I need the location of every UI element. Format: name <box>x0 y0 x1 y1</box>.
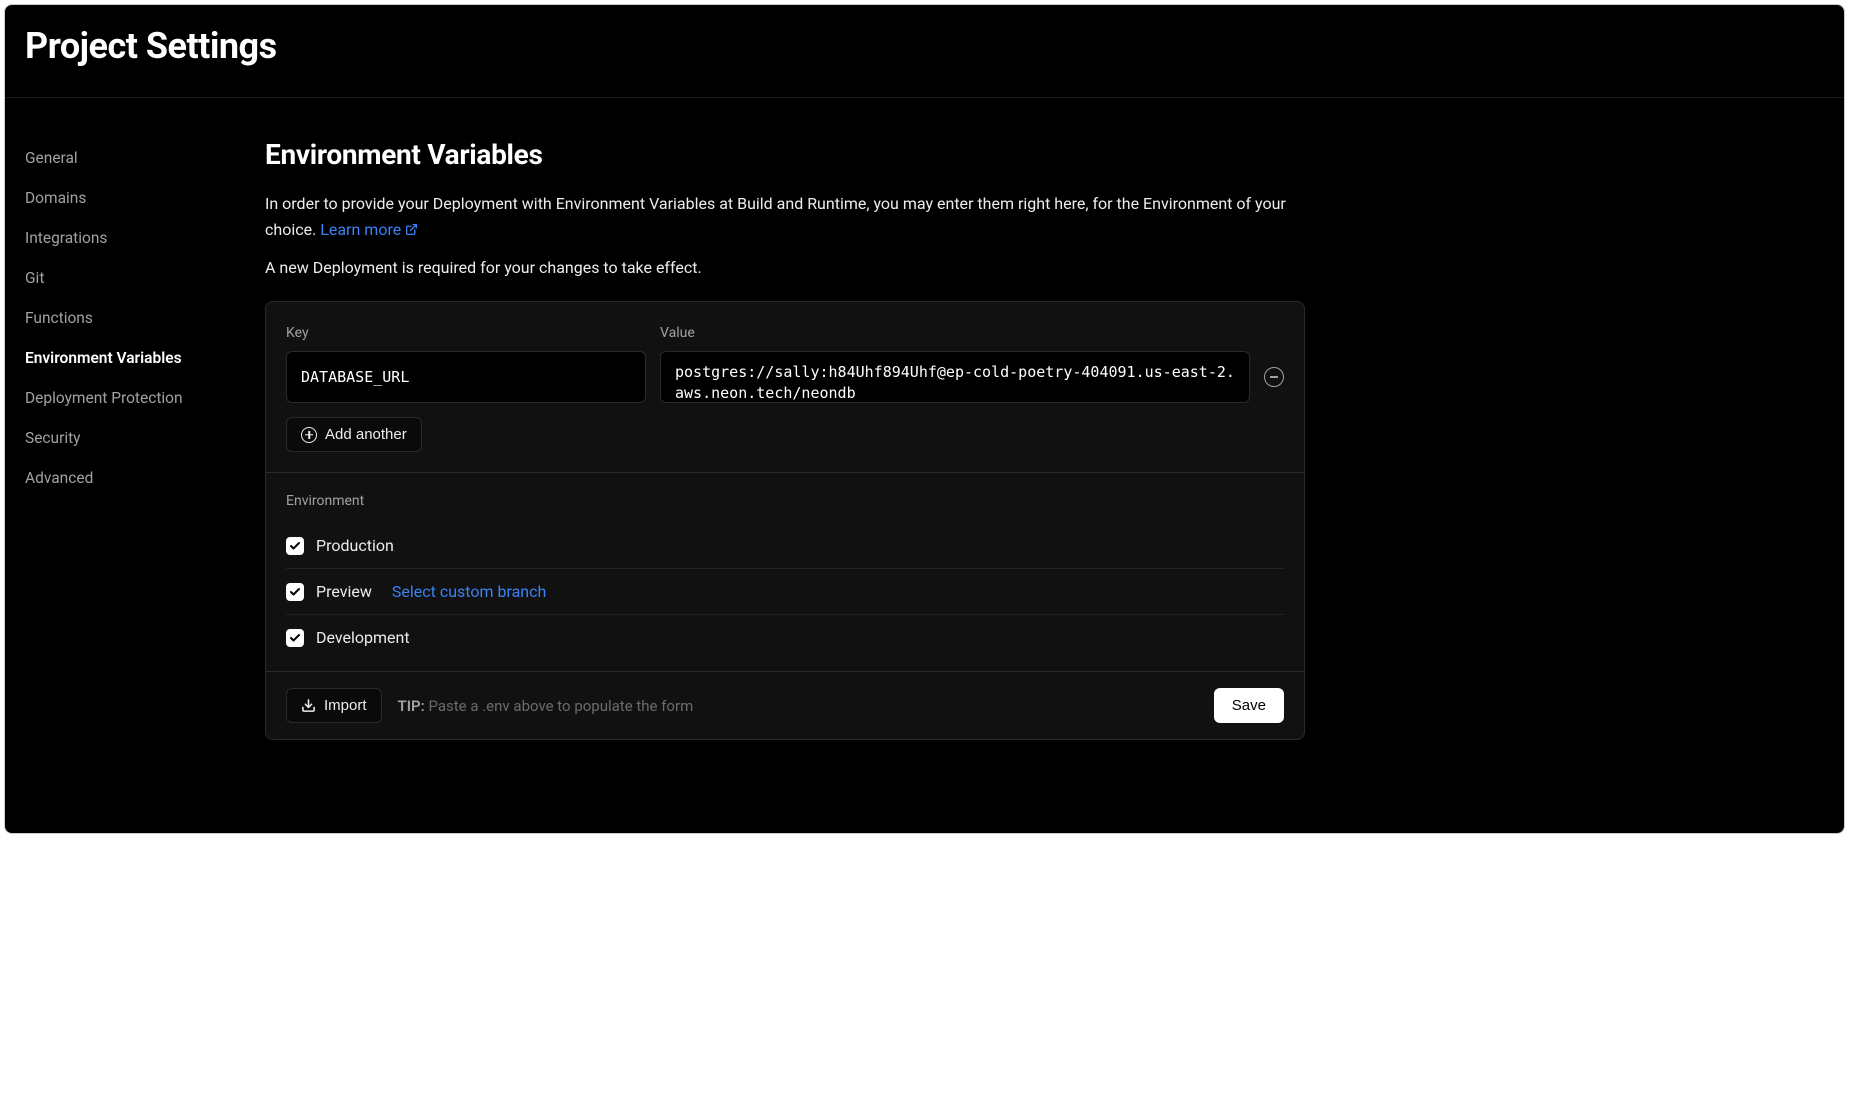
env-name-development: Development <box>316 628 410 647</box>
check-icon <box>289 632 301 644</box>
sidebar-item-domains[interactable]: Domains <box>25 178 265 218</box>
settings-sidebar: General Domains Integrations Git Functio… <box>5 138 265 740</box>
download-icon <box>301 698 316 713</box>
environment-label: Environment <box>286 493 1284 509</box>
env-item-preview: Preview Select custom branch <box>286 569 1284 615</box>
env-key-input[interactable] <box>286 351 646 403</box>
import-button[interactable]: Import <box>286 688 382 723</box>
env-item-development: Development <box>286 615 1284 651</box>
sidebar-item-general[interactable]: General <box>25 138 265 178</box>
checkbox-preview[interactable] <box>286 583 304 601</box>
check-icon <box>289 540 301 552</box>
sidebar-item-environment-variables[interactable]: Environment Variables <box>25 338 265 378</box>
sidebar-item-security[interactable]: Security <box>25 418 265 458</box>
env-value-input[interactable]: postgres://sally:h84Uhf894Uhf@ep-cold-po… <box>660 351 1250 403</box>
checkbox-production[interactable] <box>286 537 304 555</box>
deployment-note: A new Deployment is required for your ch… <box>265 258 1305 277</box>
content-wrap: General Domains Integrations Git Functio… <box>5 98 1844 740</box>
app-frame: Project Settings General Domains Integra… <box>4 4 1845 834</box>
learn-more-link[interactable]: Learn more <box>320 217 418 243</box>
main-content: Environment Variables In order to provid… <box>265 138 1325 740</box>
check-icon <box>289 586 301 598</box>
footer-left: Import TIP: Paste a .env above to popula… <box>286 688 693 723</box>
page-header: Project Settings <box>5 5 1844 98</box>
checkbox-development[interactable] <box>286 629 304 647</box>
sidebar-item-integrations[interactable]: Integrations <box>25 218 265 258</box>
sidebar-item-functions[interactable]: Functions <box>25 298 265 338</box>
sidebar-item-advanced[interactable]: Advanced <box>25 458 265 498</box>
kv-section: Key Value postgres://sally:h84Uhf894Uhf@… <box>266 302 1304 473</box>
sidebar-item-deployment-protection[interactable]: Deployment Protection <box>25 378 265 418</box>
section-heading: Environment Variables <box>265 138 1305 171</box>
import-label: Import <box>324 697 367 714</box>
add-another-label: Add another <box>325 426 407 443</box>
key-column-label: Key <box>286 325 309 341</box>
env-item-production: Production <box>286 523 1284 569</box>
sidebar-item-git[interactable]: Git <box>25 258 265 298</box>
learn-more-label: Learn more <box>320 217 401 243</box>
env-name-preview: Preview <box>316 582 372 601</box>
kv-headers: Key Value <box>286 322 1284 341</box>
value-column-label: Value <box>660 325 695 341</box>
tip-label: TIP: <box>398 697 425 715</box>
section-description: In order to provide your Deployment with… <box>265 191 1305 242</box>
save-button[interactable]: Save <box>1214 688 1284 723</box>
environment-section: Environment Production Preview Select cu… <box>266 473 1304 672</box>
env-var-card: Key Value postgres://sally:h84Uhf894Uhf@… <box>265 301 1305 740</box>
plus-circle-icon <box>301 427 317 443</box>
select-custom-branch-link[interactable]: Select custom branch <box>392 582 546 601</box>
tip-body: Paste a .env above to populate the form <box>425 697 693 715</box>
page-title: Project Settings <box>25 25 1824 67</box>
kv-row: postgres://sally:h84Uhf894Uhf@ep-cold-po… <box>286 351 1284 403</box>
card-footer: Import TIP: Paste a .env above to popula… <box>266 672 1304 739</box>
tip-text: TIP: Paste a .env above to populate the … <box>398 697 694 715</box>
add-another-button[interactable]: Add another <box>286 417 422 452</box>
remove-row-button[interactable] <box>1264 367 1284 387</box>
env-name-production: Production <box>316 536 394 555</box>
external-link-icon <box>405 223 418 236</box>
